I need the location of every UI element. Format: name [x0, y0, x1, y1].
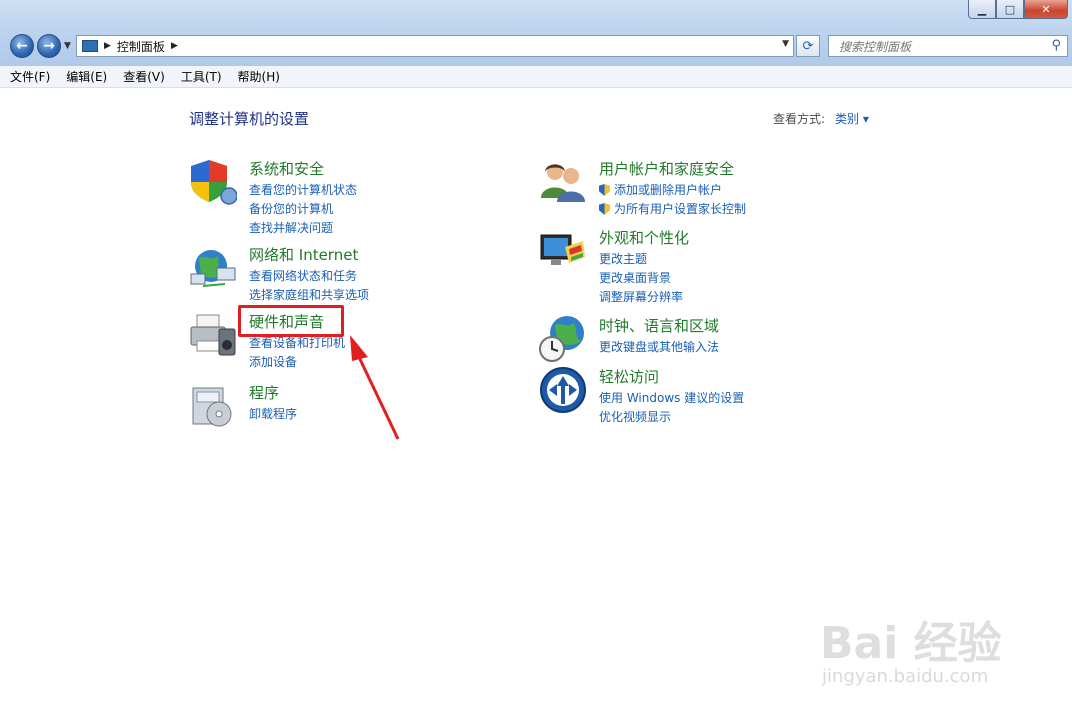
category-appearance: 外观和个性化 更改主题 更改桌面背景 调整屏幕分辨率 [539, 227, 859, 304]
control-panel-icon [82, 40, 98, 52]
link-uninstall-program[interactable]: 卸载程序 [249, 405, 297, 422]
link-backup-computer[interactable]: 备份您的计算机 [249, 200, 333, 217]
category-title[interactable]: 程序 [249, 382, 279, 403]
menu-edit[interactable]: 编辑(E) [66, 68, 107, 85]
link-label: 添加或删除用户帐户 [614, 183, 723, 197]
highlight-box [238, 305, 344, 337]
back-arrow-icon: ← [16, 38, 28, 54]
window-buttons: ▁ □ ✕ [968, 0, 1068, 20]
category-ease-of-access: 轻松访问 使用 Windows 建议的设置 优化视频显示 [539, 366, 859, 426]
ease-of-access-icon [540, 367, 586, 413]
content-area: 调整计算机的设置 查看方式: 类别 ▾ 系统和安全 查看您的计算机状态 备份您的计… [0, 89, 1072, 716]
menu-help[interactable]: 帮助(H) [238, 68, 280, 85]
category-title[interactable]: 系统和安全 [249, 158, 324, 179]
category-title[interactable]: 网络和 Internet [249, 244, 358, 265]
link-network-status[interactable]: 查看网络状态和任务 [249, 267, 357, 284]
category-network-internet: 网络和 Internet 查看网络状态和任务 选择家庭组和共享选项 [189, 244, 489, 304]
forward-arrow-icon: → [43, 38, 55, 54]
category-programs: 程序 卸载程序 [189, 382, 489, 432]
link-windows-recommended[interactable]: 使用 Windows 建议的设置 [599, 389, 744, 406]
view-by-dropdown[interactable]: 类别 ▾ [835, 112, 869, 126]
link-view-computer-status[interactable]: 查看您的计算机状态 [249, 181, 357, 198]
recent-pages-dropdown[interactable]: ▼ [64, 41, 71, 51]
view-by: 查看方式: 类别 ▾ [773, 110, 869, 127]
uac-shield-icon [599, 203, 610, 215]
minimize-button[interactable]: ▁ [968, 0, 996, 19]
category-system-security: 系统和安全 查看您的计算机状态 备份您的计算机 查找并解决问题 [189, 158, 489, 238]
forward-button[interactable]: → [37, 34, 61, 58]
link-parental-controls[interactable]: 为所有用户设置家长控制 [599, 200, 746, 217]
link-label: 为所有用户设置家长控制 [614, 202, 747, 216]
menu-file[interactable]: 文件(F) [10, 68, 50, 85]
printer-icon [190, 314, 236, 356]
address-dropdown-icon[interactable]: ▼ [782, 39, 789, 49]
address-bar[interactable]: ▶ 控制面板 ▶ ▼ [76, 35, 794, 57]
category-title[interactable]: 时钟、语言和区域 [599, 315, 719, 336]
view-by-label: 查看方式: [773, 112, 826, 126]
category-title[interactable]: 轻松访问 [599, 366, 659, 387]
programs-icon [192, 387, 232, 427]
watermark-url: jingyan.baidu.com [822, 666, 989, 687]
link-desktop-background[interactable]: 更改桌面背景 [599, 269, 671, 286]
link-troubleshoot[interactable]: 查找并解决问题 [249, 219, 333, 236]
uac-shield-icon [599, 184, 610, 196]
chevron-right-icon[interactable]: ▶ [104, 41, 111, 51]
close-button[interactable]: ✕ [1024, 0, 1068, 19]
category-user-accounts: 用户帐户和家庭安全 添加或删除用户帐户 为所有用户设置家长控制 [539, 158, 859, 218]
menu-tools[interactable]: 工具(T) [181, 68, 222, 85]
category-clock-language-region: 时钟、语言和区域 更改键盘或其他输入法 [539, 315, 859, 365]
maximize-button[interactable]: □ [996, 0, 1024, 19]
search-box[interactable]: ⚲ [828, 35, 1068, 57]
annotation-arrow-icon [350, 335, 400, 440]
category-title[interactable]: 用户帐户和家庭安全 [599, 158, 734, 179]
menu-view[interactable]: 查看(V) [123, 68, 165, 85]
control-panel-window: ▁ □ ✕ ← → ▼ ▶ 控制面板 ▶ ▼ ⟳ ⚲ 文件(F) 编辑(E) 查… [0, 0, 1072, 716]
watermark-logo: Bai 经验 [820, 618, 1002, 669]
link-change-theme[interactable]: 更改主题 [599, 250, 647, 267]
refresh-button[interactable]: ⟳ [796, 35, 820, 57]
link-homegroup-sharing[interactable]: 选择家庭组和共享选项 [249, 286, 369, 303]
link-add-device[interactable]: 添加设备 [249, 353, 297, 370]
link-add-remove-accounts[interactable]: 添加或删除用户帐户 [599, 181, 722, 198]
network-globe-icon [190, 250, 236, 287]
link-screen-resolution[interactable]: 调整屏幕分辨率 [599, 288, 683, 305]
monitor-palette-icon [540, 234, 585, 265]
menu-bar: 文件(F) 编辑(E) 查看(V) 工具(T) 帮助(H) [0, 66, 1072, 88]
link-optimize-display[interactable]: 优化视频显示 [599, 408, 671, 425]
chevron-right-icon[interactable]: ▶ [171, 41, 178, 51]
refresh-icon: ⟳ [802, 38, 814, 54]
shield-icon [191, 160, 237, 205]
link-change-keyboard[interactable]: 更改键盘或其他输入法 [599, 338, 719, 355]
category-title[interactable]: 外观和个性化 [599, 227, 689, 248]
search-icon[interactable]: ⚲ [1051, 38, 1061, 53]
page-title: 调整计算机的设置 [189, 110, 310, 128]
breadcrumb-control-panel[interactable]: 控制面板 [117, 38, 165, 55]
search-input[interactable] [837, 37, 1041, 57]
clock-globe-icon [539, 316, 584, 362]
title-bar: ▁ □ ✕ ← → ▼ ▶ 控制面板 ▶ ▼ ⟳ ⚲ [0, 0, 1072, 66]
back-button[interactable]: ← [10, 34, 34, 58]
users-icon [541, 164, 585, 202]
